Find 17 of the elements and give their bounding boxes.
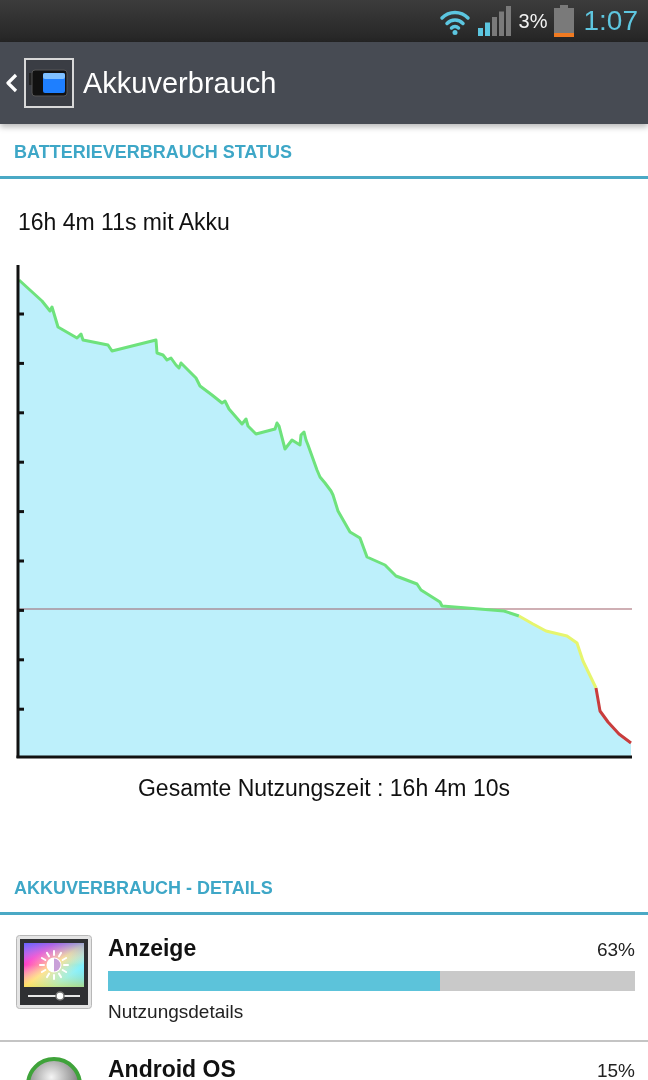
battery-percent: 3% <box>518 9 548 33</box>
section-title: BATTERIEVERBRAUCH STATUS <box>14 142 292 162</box>
battery-icon <box>553 5 574 37</box>
clock-time: 1:07 <box>583 5 638 37</box>
battery-icon[interactable] <box>24 58 74 108</box>
screen-title: Akkuverbrauch <box>83 66 277 100</box>
usage-percent: 63% <box>596 938 635 962</box>
app-name: Anzeige <box>108 935 197 961</box>
battery-time-text: 16h 4m 11s mit Akku <box>18 209 230 235</box>
total-usage-text: Gesamte Nutzungszeit : 16h 4m 10s <box>138 775 510 801</box>
signal-icon <box>477 6 512 36</box>
back-icon[interactable] <box>6 73 18 93</box>
usage-percent: 15% <box>596 1059 635 1080</box>
app-name: Android OS <box>108 1057 236 1080</box>
brightness-icon <box>16 935 92 1009</box>
section-title: AKKUVERBRAUCH - DETAILS <box>14 878 273 898</box>
usage-details-label: Nutzungsdetails <box>108 1000 244 1024</box>
